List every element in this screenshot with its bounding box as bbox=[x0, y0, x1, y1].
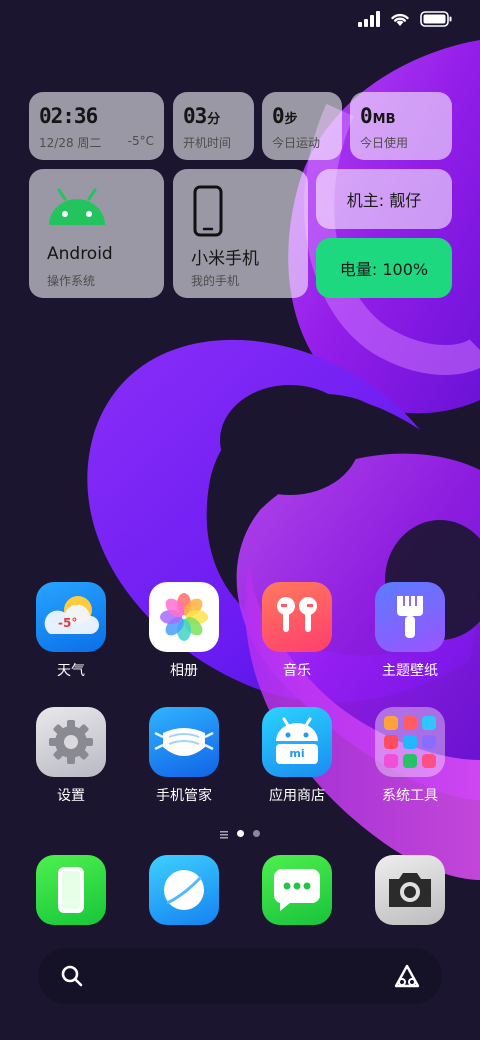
owner-widget[interactable]: 机主: 靓仔 bbox=[316, 169, 452, 229]
data-usage-unit: MB bbox=[372, 112, 396, 127]
uptime-unit: 分 bbox=[207, 112, 221, 127]
dock-browser[interactable] bbox=[149, 855, 219, 925]
dock-camera[interactable] bbox=[375, 855, 445, 925]
camera-icon bbox=[375, 873, 445, 925]
phone-icon bbox=[36, 867, 106, 925]
page-dot bbox=[253, 830, 260, 837]
app-label: 手机管家 bbox=[156, 788, 212, 804]
app-label: 设置 bbox=[57, 788, 85, 804]
search-bar[interactable] bbox=[38, 948, 442, 1004]
app-label: 系统工具 bbox=[382, 788, 438, 804]
app-label: 主题壁纸 bbox=[382, 663, 438, 679]
data-usage-widget[interactable]: 0MB 今日使用 bbox=[350, 92, 452, 160]
clock-date: 12/28 周二 bbox=[39, 136, 102, 150]
battery-widget[interactable]: 电量: 100% bbox=[316, 238, 452, 298]
app-label: 天气 bbox=[57, 663, 85, 679]
browser-icon bbox=[149, 870, 219, 925]
assistant-icon[interactable] bbox=[392, 962, 422, 994]
status-bar bbox=[358, 10, 452, 32]
phone-outline-icon bbox=[193, 185, 223, 241]
paintbrush-icon bbox=[375, 582, 445, 652]
weather-icon: -5° bbox=[36, 582, 106, 652]
android-icon bbox=[45, 187, 109, 231]
owner-text: 机主: 靓仔 bbox=[346, 191, 422, 210]
messages-icon bbox=[262, 869, 332, 925]
data-usage-label: 今日使用 bbox=[360, 136, 409, 150]
gallery-flower-icon bbox=[149, 582, 219, 652]
app-folder-tools[interactable]: 系统工具 bbox=[360, 707, 460, 805]
os-subtitle: 操作系统 bbox=[47, 274, 96, 288]
app-label: 音乐 bbox=[283, 663, 311, 679]
app-security[interactable]: 手机管家 bbox=[134, 707, 234, 805]
os-widget[interactable]: Android 操作系统 bbox=[29, 169, 164, 298]
app-label: 相册 bbox=[170, 663, 198, 679]
app-weather[interactable]: -5° 天气 bbox=[21, 582, 121, 680]
dock-phone[interactable] bbox=[36, 855, 106, 925]
app-settings[interactable]: 设置 bbox=[21, 707, 121, 805]
wifi-icon bbox=[390, 11, 410, 31]
gear-icon bbox=[36, 707, 106, 777]
device-title: 小米手机 bbox=[191, 249, 259, 269]
os-title: Android bbox=[47, 244, 113, 264]
battery-icon bbox=[420, 11, 452, 31]
dock-messages[interactable] bbox=[262, 855, 332, 925]
battery-text: 电量: 100% bbox=[339, 260, 429, 279]
folder-icon bbox=[375, 707, 445, 777]
clock-temperature: -5°C bbox=[127, 134, 154, 148]
earbuds-icon bbox=[262, 582, 332, 652]
app-music[interactable]: 音乐 bbox=[247, 582, 347, 680]
uptime-label: 开机时间 bbox=[183, 136, 232, 150]
weather-temp-badge: -5° bbox=[58, 616, 78, 630]
steps-widget[interactable]: 0步 今日运动 bbox=[262, 92, 342, 160]
steps-unit: 步 bbox=[284, 112, 298, 127]
page-menu-icon bbox=[220, 824, 228, 843]
cellular-signal-icon bbox=[358, 11, 380, 31]
steps-value: 0 bbox=[272, 104, 285, 128]
app-store[interactable]: mi 应用商店 bbox=[247, 707, 347, 805]
uptime-value: 03 bbox=[183, 104, 207, 128]
app-gallery[interactable]: 相册 bbox=[134, 582, 234, 680]
clock-widget[interactable]: 02:36 12/28 周二 -5°C bbox=[29, 92, 164, 160]
page-indicator[interactable] bbox=[0, 824, 480, 843]
mask-icon bbox=[149, 707, 219, 777]
device-subtitle: 我的手机 bbox=[191, 274, 240, 288]
store-mi-badge: mi bbox=[289, 747, 305, 760]
page-dot-active bbox=[237, 830, 244, 837]
steps-label: 今日运动 bbox=[272, 136, 321, 150]
app-themes[interactable]: 主题壁纸 bbox=[360, 582, 460, 680]
uptime-widget[interactable]: 03分 开机时间 bbox=[173, 92, 254, 160]
android-store-icon: mi bbox=[262, 707, 332, 777]
device-widget[interactable]: 小米手机 我的手机 bbox=[173, 169, 308, 298]
app-label: 应用商店 bbox=[269, 788, 325, 804]
clock-time: 02:36 bbox=[39, 104, 98, 128]
search-icon[interactable] bbox=[60, 964, 84, 992]
data-usage-value: 0 bbox=[360, 104, 373, 128]
